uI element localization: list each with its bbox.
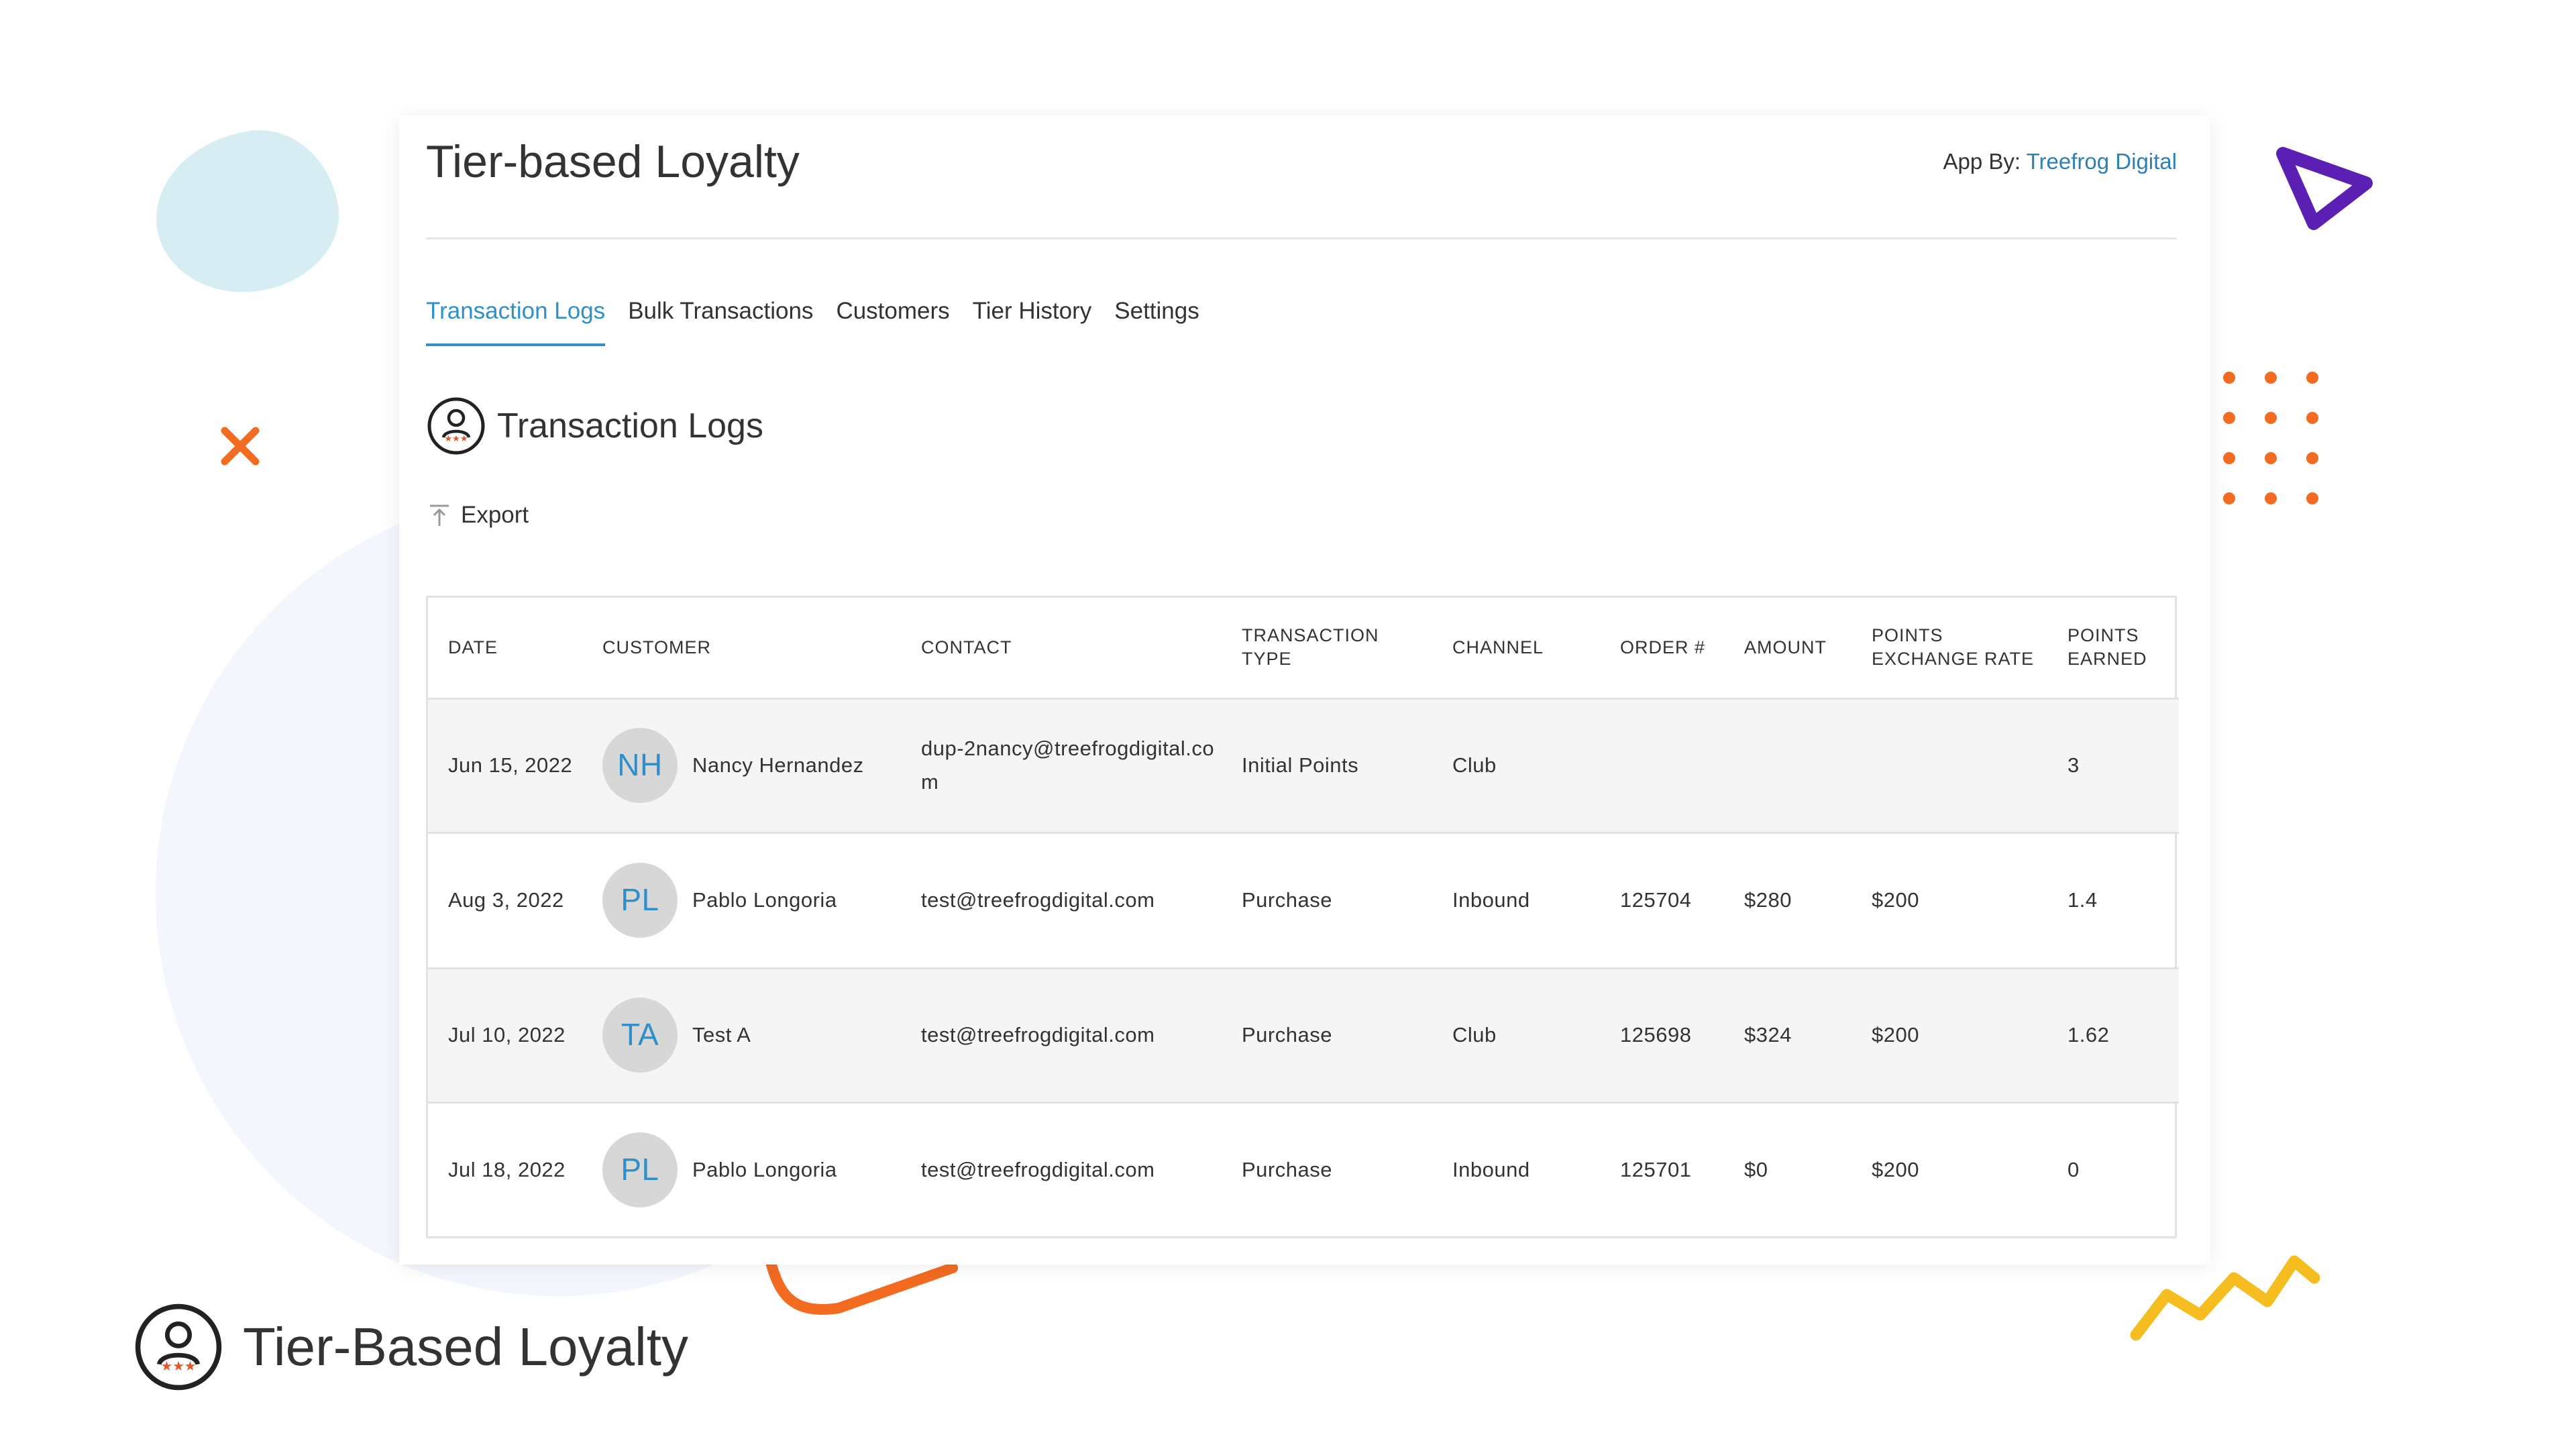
cell-amount: $0: [1744, 1157, 1768, 1181]
app-title: Tier-based Loyalty: [426, 136, 800, 187]
cell-order: 125704: [1620, 888, 1692, 912]
avatar: PL: [602, 863, 678, 938]
table-row[interactable]: Jun 15, 2022 NH Nancy Hernandez dup-2nan…: [428, 698, 2179, 833]
column-header-points-earned[interactable]: POINTS EARNED: [2047, 598, 2179, 700]
cell-transaction-type: Purchase: [1242, 1157, 1332, 1181]
app-by-link[interactable]: Treefrog Digital: [2027, 149, 2177, 174]
section-header: ★★★ Transaction Logs: [426, 396, 763, 456]
transactions-table: DATE CUSTOMER CONTACT TRANSACTION TYPE C…: [426, 596, 2179, 1238]
tab-tier-history[interactable]: Tier History: [973, 298, 1092, 346]
cell-amount: [1724, 698, 1851, 833]
customer-name[interactable]: Nancy Hernandez: [692, 749, 864, 782]
cell-channel: Club: [1452, 753, 1497, 777]
cell-customer: PL Pablo Longoria: [582, 1102, 901, 1236]
cell-channel: Club: [1452, 1023, 1497, 1047]
export-icon: [430, 504, 449, 526]
export-label: Export: [461, 502, 529, 528]
cell-order: 125701: [1620, 1157, 1692, 1181]
cell-order: 125698: [1620, 1023, 1692, 1047]
section-title: Transaction Logs: [497, 407, 763, 445]
header-divider: [426, 237, 2177, 239]
app-card: Tier-based Loyalty App By: Treefrog Digi…: [399, 115, 2210, 1265]
cell-channel: Inbound: [1452, 1157, 1530, 1181]
cell-transaction-type: Purchase: [1242, 1023, 1332, 1047]
table-row[interactable]: Jul 10, 2022 TA Test A test@treefrogdigi…: [428, 968, 2179, 1102]
customer-name[interactable]: Pablo Longoria: [692, 883, 837, 917]
cell-date: Aug 3, 2022: [448, 888, 564, 912]
tab-bar: Transaction Logs Bulk Transactions Custo…: [426, 298, 1199, 346]
cell-points: 1.62: [2068, 1023, 2110, 1047]
cell-contact: test@treefrogdigital.com: [921, 1023, 1155, 1047]
app-by: App By: Treefrog Digital: [1943, 149, 2177, 174]
cell-points: 3: [2068, 753, 2080, 777]
svg-text:★★★: ★★★: [445, 434, 468, 444]
tab-customers[interactable]: Customers: [836, 298, 949, 346]
tab-bulk-transactions[interactable]: Bulk Transactions: [628, 298, 813, 346]
background-blob: [145, 120, 349, 304]
cell-amount: $280: [1744, 888, 1792, 912]
cell-date: Jun 15, 2022: [448, 753, 573, 777]
cell-rate: $200: [1872, 1023, 1919, 1047]
column-header-points-exchange-rate[interactable]: POINTS EXCHANGE RATE: [1851, 598, 2047, 700]
table-row[interactable]: Jul 18, 2022 PL Pablo Longoria test@tree…: [428, 1102, 2179, 1236]
column-header-amount[interactable]: AMOUNT: [1724, 598, 1851, 700]
column-header-customer[interactable]: CUSTOMER: [582, 598, 901, 700]
cell-customer: NH Nancy Hernandez: [582, 698, 901, 833]
footer-brand: ★★★ Tier-Based Loyalty: [133, 1301, 688, 1393]
app-by-label: App By:: [1943, 149, 2021, 174]
column-header-contact[interactable]: CONTACT: [901, 598, 1222, 700]
cell-channel: Inbound: [1452, 888, 1530, 912]
export-button[interactable]: Export: [426, 502, 529, 529]
loyalty-user-stars-icon: ★★★: [427, 397, 485, 455]
tab-settings[interactable]: Settings: [1114, 298, 1199, 346]
cell-contact: dup-2nancy@treefrogdigital.com: [921, 737, 1215, 794]
orange-x-decoration: [221, 427, 260, 466]
column-header-transaction-type[interactable]: TRANSACTION TYPE: [1222, 598, 1432, 700]
cell-rate: $200: [1872, 1157, 1919, 1181]
table-header-row: DATE CUSTOMER CONTACT TRANSACTION TYPE C…: [428, 598, 2179, 700]
column-header-order[interactable]: ORDER #: [1600, 598, 1724, 700]
cell-rate: $200: [1872, 888, 1919, 912]
cell-customer: TA Test A: [582, 968, 901, 1102]
cell-points: 0: [2068, 1157, 2080, 1181]
customer-name[interactable]: Test A: [692, 1018, 751, 1052]
tab-transaction-logs[interactable]: Transaction Logs: [426, 298, 606, 346]
footer-title: Tier-Based Loyalty: [243, 1317, 688, 1377]
purple-play-decoration: [2276, 147, 2373, 230]
cell-transaction-type: Initial Points: [1242, 753, 1359, 777]
table-row[interactable]: Aug 3, 2022 PL Pablo Longoria test@treef…: [428, 833, 2179, 968]
svg-text:★★★: ★★★: [161, 1358, 197, 1374]
cell-transaction-type: Purchase: [1242, 888, 1332, 912]
column-header-date[interactable]: DATE: [428, 598, 582, 700]
cell-amount: $324: [1744, 1023, 1792, 1047]
column-header-channel[interactable]: CHANNEL: [1432, 598, 1600, 700]
cell-date: Jul 10, 2022: [448, 1023, 566, 1047]
cell-order: [1600, 698, 1724, 833]
avatar: NH: [602, 728, 678, 803]
avatar: PL: [602, 1132, 678, 1208]
cell-contact: test@treefrogdigital.com: [921, 888, 1155, 912]
orange-dots-decoration: [2223, 372, 2318, 504]
customer-name[interactable]: Pablo Longoria: [692, 1153, 837, 1187]
cell-points: 1.4: [2068, 888, 2098, 912]
cell-contact: test@treefrogdigital.com: [921, 1157, 1155, 1181]
avatar: TA: [602, 998, 678, 1073]
cell-rate: [1851, 698, 2047, 833]
loyalty-user-stars-icon: ★★★: [135, 1303, 222, 1391]
cell-customer: PL Pablo Longoria: [582, 833, 901, 968]
cell-date: Jul 18, 2022: [448, 1157, 566, 1181]
